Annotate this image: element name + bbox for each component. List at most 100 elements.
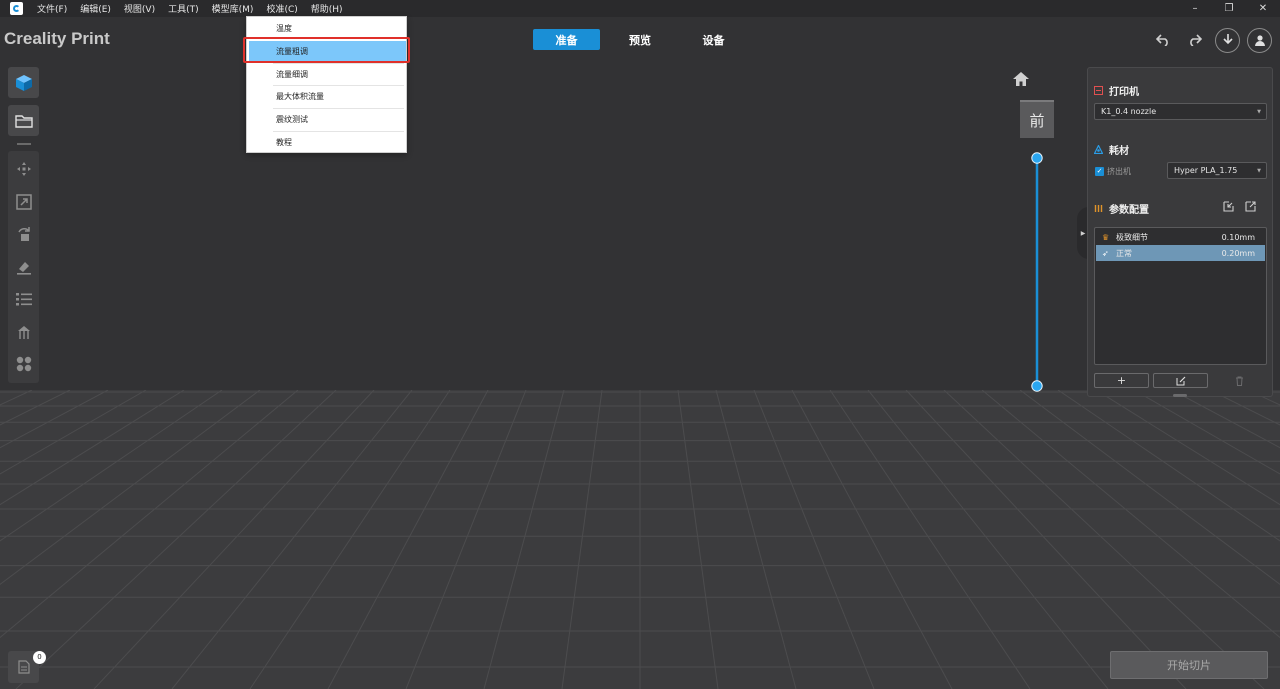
menu-item-max-volumetric-flow[interactable]: 最大体积流量 [249,86,406,107]
tab-preview[interactable]: 预览 [600,29,680,50]
app-logo-icon [10,2,23,15]
open-file-button[interactable] [8,105,39,136]
profile-list: ♛ 极致细节 0.10mm ➶ 正常 0.20mm [1094,227,1267,365]
menu-item-tutorial[interactable]: 教程 [249,132,406,153]
params-icon [1094,204,1103,213]
slider-bottom-handle [1031,380,1043,392]
filament-title: 耗材 [1109,146,1129,157]
download-icon [1222,34,1233,45]
home-view-icon[interactable] [1013,72,1029,86]
edit-profile-button[interactable] [1153,373,1208,388]
scale-tool-button[interactable] [8,186,39,219]
menu-tools[interactable]: 工具(T) [168,2,199,15]
object-count-badge: 0 [33,651,46,664]
import-profile-button[interactable] [1222,201,1234,213]
params-section-title: 参数配置 [1094,201,1149,216]
move-icon [16,162,31,177]
cube-icon [15,74,32,91]
filament-section-title: 耗材 [1093,142,1129,157]
lay-on-face-tool-button[interactable] [8,251,39,284]
chevron-down-icon: ▼ [1257,168,1261,174]
menu-edit[interactable]: 编辑(E) [80,2,111,15]
rotate-tool-button[interactable] [8,218,39,251]
rocket-icon: ➶ [1102,248,1109,258]
export-profile-button[interactable] [1244,201,1256,213]
menu-view[interactable]: 视图(V) [124,2,155,15]
undo-button[interactable] [1150,27,1176,53]
menu-calibration[interactable]: 校准(C) [266,2,297,15]
trash-icon [1235,376,1243,386]
window-controls: – ❐ ✕ [1178,0,1280,17]
tool-group [8,151,39,383]
list-icon [15,293,32,306]
printer-select[interactable]: K1_0.4 nozzle ▼ [1094,103,1267,120]
printer-select-value: K1_0.4 nozzle [1101,107,1157,116]
lay-flat-icon [16,261,31,275]
build-plate-grid[interactable] [0,390,1280,689]
folder-icon [14,114,33,128]
app-brand: Creality Print [4,29,110,48]
add-profile-button[interactable]: + [1094,373,1149,388]
redo-icon [1190,34,1202,46]
filament-select-value: Hyper PLA_1.75 [1174,166,1238,175]
undo-icon [1156,34,1168,46]
move-tool-button[interactable] [8,153,39,186]
main-tabs: 准备 预览 设备 [533,29,747,50]
crown-icon: ♛ [1102,232,1110,242]
minimize-button[interactable]: – [1178,0,1212,17]
view-cube-front[interactable]: 前 [1020,100,1054,138]
delete-profile-button[interactable] [1229,373,1249,388]
import-icon [1222,201,1234,212]
right-settings-panel: 打印机 K1_0.4 nozzle ▼ 耗材 ✓ 挤出机 Hyper PLA_1… [1087,67,1273,397]
menu-bar: 文件(F) 编辑(E) 视图(V) 工具(T) 模型库(M) 校准(C) 帮助(… [0,0,1280,17]
profile-name: 正常 [1116,248,1132,258]
support-icon [17,325,30,339]
grid-lines [0,390,1280,689]
menu-model-library[interactable]: 模型库(M) [212,2,254,15]
arrange-tool-button[interactable] [8,348,39,381]
profile-row[interactable]: ♛ 极致细节 0.10mm [1096,229,1265,245]
filament-icon [1093,144,1104,155]
menu-file[interactable]: 文件(F) [37,2,67,15]
slider-top-handle [1031,152,1043,164]
chevron-down-icon: ▼ [1257,109,1261,115]
panel-resize-grip[interactable] [1173,394,1187,397]
header: Creality Print 准备 预览 设备 [0,17,1280,62]
printer-section-title: 打印机 [1094,83,1139,98]
annotation-highlight-box [243,37,410,63]
tab-device[interactable]: 设备 [680,29,747,50]
left-toolbar [8,67,39,383]
restore-button[interactable]: ❐ [1212,0,1246,17]
user-icon [1254,34,1265,46]
object-list-tool-button[interactable] [8,283,39,316]
layer-range-slider[interactable] [1030,150,1044,392]
profile-layer-height: 0.20mm [1221,248,1255,258]
account-button[interactable] [1247,27,1272,53]
add-model-button[interactable] [8,67,39,98]
document-icon [17,660,30,674]
close-button[interactable]: ✕ [1246,0,1280,17]
extruder-checkbox[interactable]: ✓ [1095,167,1104,176]
params-title: 参数配置 [1109,205,1149,216]
extruder-label: 挤出机 [1107,167,1131,176]
scale-icon [15,194,32,210]
edit-icon [1176,376,1185,385]
download-button[interactable] [1215,27,1240,53]
support-tool-button[interactable] [8,316,39,349]
menu-item-ringing-test[interactable]: 震纹测试 [249,109,406,130]
menu-help[interactable]: 帮助(H) [311,2,343,15]
profile-row[interactable]: ➶ 正常 0.20mm [1096,245,1265,261]
top-actions [1150,27,1272,53]
menu-item-flow-fine[interactable]: 流量细调 [249,64,406,85]
start-slicing-button[interactable]: 开始切片 [1110,651,1268,679]
rotate-icon [17,227,30,242]
printer-title: 打印机 [1109,87,1139,98]
profile-layer-height: 0.10mm [1221,232,1255,242]
redo-button[interactable] [1182,27,1208,53]
export-icon [1244,201,1256,212]
toolbar-divider [16,143,31,145]
filament-select[interactable]: Hyper PLA_1.75 ▼ [1167,162,1267,179]
menu-item-temperature[interactable]: 温度 [249,18,406,39]
tab-prepare[interactable]: 准备 [533,29,600,50]
arrange-grid-icon [16,357,31,372]
